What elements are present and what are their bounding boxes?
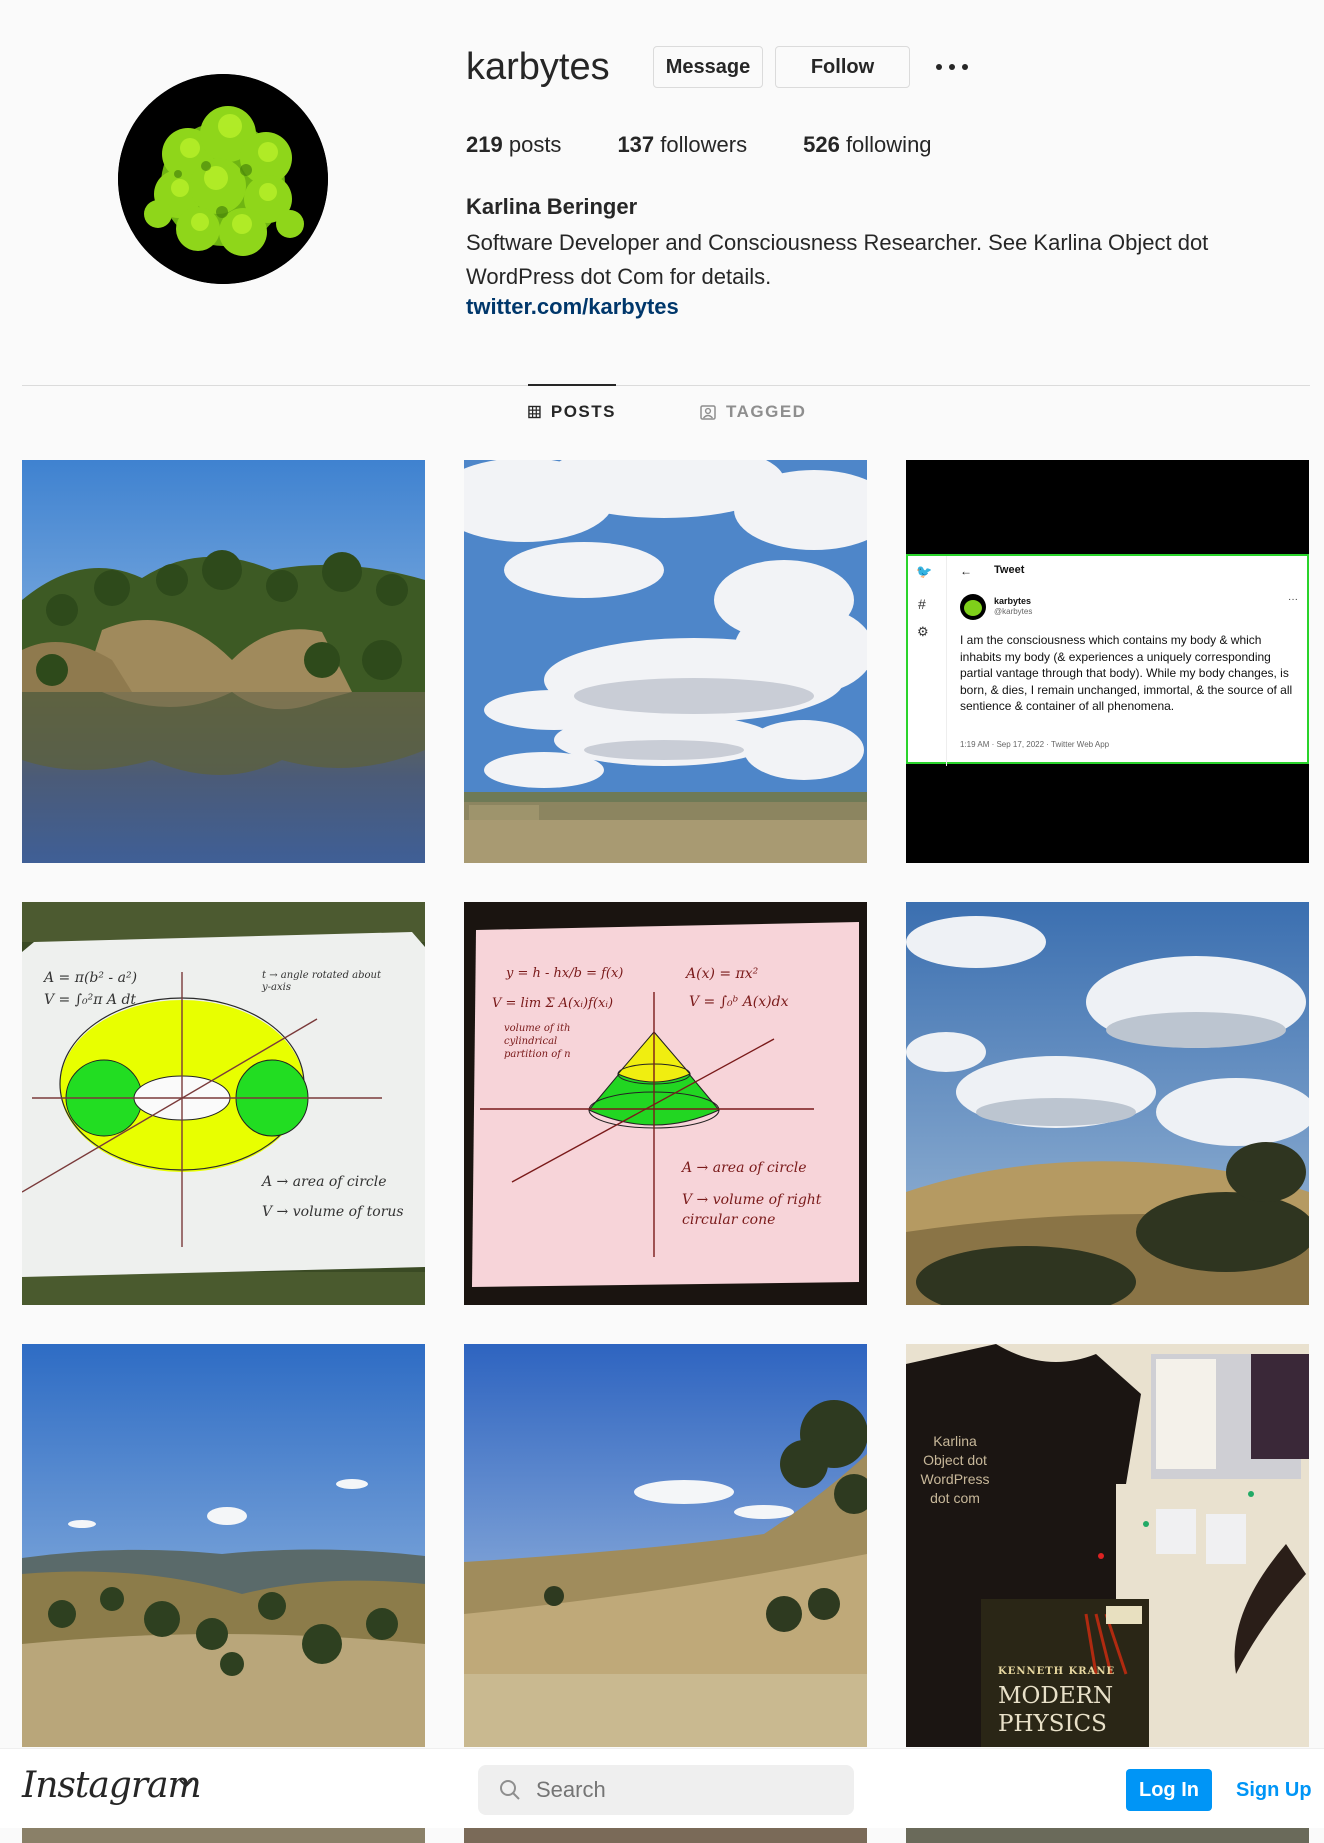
post-cloudy-sky[interactable] [464,460,867,863]
tabs-divider [22,385,1310,386]
torus-legend-area: A → area of circle [262,1174,387,1190]
posts-stat: 219 posts [466,132,561,158]
log-in-button[interactable]: Log In [1126,1769,1212,1811]
post-valley-view[interactable] [22,1344,425,1747]
post-dry-hills[interactable] [464,1344,867,1747]
message-button[interactable]: Message [653,46,763,88]
search-box[interactable] [478,1765,854,1815]
posts-count: 219 [466,132,503,157]
profile-avatar[interactable] [118,74,328,284]
followers-label: followers [660,132,748,157]
settings-icon: ⚙ [917,624,929,639]
tweet-meta: 1:19 AM · Sep 17, 2022 · Twitter Web App [960,740,1110,749]
profile-stats: 219 posts 137 followers 526 following [466,132,988,158]
torus-formula-area: A = π(b² - a²) [44,970,138,986]
tab-posts[interactable]: POSTS [528,384,616,438]
following-label: following [845,132,932,157]
post-tweet-screenshot[interactable]: 🐦 # ⚙ ← Tweet karbytes @karbytes ··· I a… [906,460,1309,863]
cone-formula-area: A(x) = πx² [686,966,759,982]
followers-count: 137 [617,132,655,157]
cone-formula-f: y = h - hx/b = f(x) [506,966,624,981]
shirt-text: Karlina Object dot WordPress dot com [920,1433,990,1506]
more-options-icon[interactable] [932,52,972,82]
sign-up-link[interactable]: Sign Up [1236,1779,1312,1802]
tweet-text: I am the consciousness which contains my… [960,633,1293,713]
post-golden-hillside[interactable] [906,902,1309,1305]
cone-legend-volume: V → volume of right circular cone [682,1192,822,1228]
tweet-handle: @karbytes [994,607,1033,616]
tweet-more-icon: ··· [1288,594,1298,605]
profile-username: karbytes [466,46,610,88]
tweet-name: karbytes [994,596,1032,606]
follow-button[interactable]: Follow [775,46,910,88]
followers-stat[interactable]: 137 followers [617,132,747,158]
twitter-bird-icon: 🐦 [916,564,933,579]
search-icon [500,1780,520,1800]
posts-label: posts [508,132,562,157]
bottom-login-bar: Instagram Log In Sign Up [0,1748,1324,1828]
book-title: MODERN PHYSICS [998,1683,1114,1737]
profile-link[interactable]: twitter.com/karbytes [466,294,679,320]
torus-note: t → angle rotated about y-axis [262,970,381,993]
post-peek-2[interactable] [464,1828,867,1843]
following-count: 526 [803,132,840,157]
search-input[interactable] [536,1777,836,1803]
profile-bio: Software Developer and Consciousness Res… [466,230,1209,289]
post-lake-reflection[interactable] [22,460,425,863]
tweet-avatar [960,594,986,620]
book-author: KENNETH KRANE [998,1666,1116,1677]
tweet-header: Tweet [994,564,1025,576]
profile-page: karbytes Message Follow 219 posts 137 fo… [0,0,1324,1843]
tab-posts-label: POSTS [550,402,616,421]
instagram-logo[interactable]: Instagram [22,1765,202,1806]
post-peek-1[interactable] [22,1828,425,1843]
cone-formula-volume: V = ∫₀ᵇ A(x)dx [689,994,789,1010]
tab-tagged[interactable]: TAGGED [700,385,810,439]
profile-full-name: Karlina Beringer [466,194,638,219]
cone-formula-limit: V = lim Σ A(xᵢ)f(xᵢ) [492,996,614,1011]
post-peek-3[interactable] [906,1828,1309,1843]
cone-legend-area: A → area of circle [682,1160,807,1176]
post-shirt-and-book[interactable]: Karlina Object dot WordPress dot com KEN… [906,1344,1309,1747]
tab-tagged-label: TAGGED [726,402,807,421]
post-torus-drawing[interactable]: A = π(b² - a²) V = ∫₀²π A dt t → angle r… [22,902,425,1305]
tagged-icon [700,405,716,420]
grid-icon [528,405,541,419]
back-arrow-icon: ← [960,564,972,578]
following-stat[interactable]: 526 following [803,132,931,158]
torus-formula-volume: V = ∫₀²π A dt [44,992,137,1008]
hashtag-icon: # [918,596,926,612]
chevron-down-icon[interactable] [178,1777,194,1789]
post-cone-drawing[interactable]: y = h - hx/b = f(x) A(x) = πx² V = lim Σ… [464,902,867,1305]
torus-legend-volume: V → volume of torus [262,1204,404,1220]
cone-note: volume of ith cylindrical partition of n [504,1023,571,1060]
